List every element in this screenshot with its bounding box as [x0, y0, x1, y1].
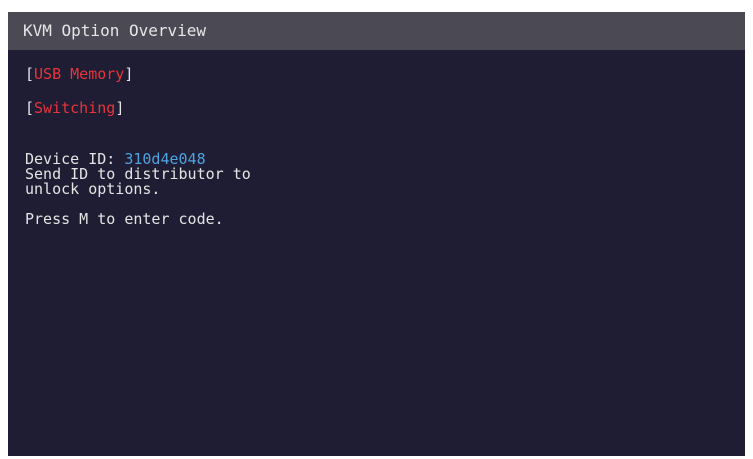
content-area: [USB Memory] [Switching] Device ID: 310d… — [25, 64, 735, 227]
device-info: Device ID: 310d4e048 Send ID to distribu… — [25, 152, 735, 197]
bracket-close: ] — [115, 99, 125, 117]
bracket-open: [ — [25, 65, 35, 83]
kvm-osd-screen: KVM Option Overview [USB Memory] [Switch… — [8, 12, 745, 456]
bracket-close: ] — [124, 65, 134, 83]
menu-option-usb-memory[interactable]: [USB Memory] — [25, 64, 735, 84]
option-label-usb-memory: USB Memory — [34, 65, 125, 83]
option-label-switching: Switching — [34, 99, 116, 117]
window-title: KVM Option Overview — [8, 12, 745, 50]
enter-code-prompt: Press M to enter code. — [25, 210, 224, 228]
menu-option-switching[interactable]: [Switching] — [25, 98, 735, 118]
instruction-line-2: unlock options. — [25, 180, 161, 198]
bracket-open: [ — [25, 99, 35, 117]
